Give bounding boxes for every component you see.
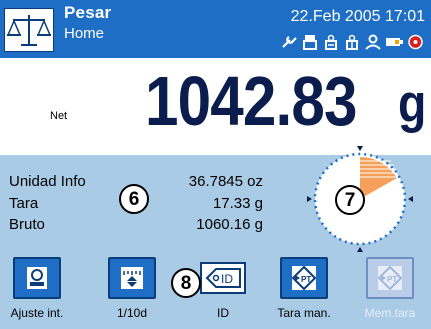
softkey-ajuste-int[interactable] [13, 257, 61, 299]
net-label: Net [50, 110, 68, 122]
user-icon[interactable] [364, 34, 383, 50]
info-value: 17.33 g [212, 195, 263, 212]
softkey-label: Ajuste int. [10, 306, 64, 320]
softkey-1-10d[interactable] [108, 257, 156, 299]
softkey-label: Tara man. [277, 306, 331, 320]
alarm-icon[interactable] [406, 34, 425, 50]
status-icon-bar [280, 34, 425, 50]
info-value: 1060.16 g [196, 216, 263, 233]
balance-terminal-screen: Pesar Home 22.Feb 2005 17:01 Net 1042.83… [0, 0, 431, 329]
softkey-label: Mem.tara [364, 306, 416, 320]
header-bar: Pesar Home 22.Feb 2005 17:01 [0, 0, 431, 58]
callout-7: 7 [335, 185, 365, 215]
svg-text:ID: ID [221, 272, 233, 286]
battery-icon[interactable] [385, 34, 404, 50]
softkey-id[interactable]: ID [200, 262, 246, 294]
softkey-mem-tara[interactable]: PT [366, 257, 414, 299]
svg-text:PT: PT [301, 275, 311, 284]
svg-text:PT: PT [387, 275, 397, 284]
tare-memory-icon: PT [377, 265, 403, 291]
id-tag-icon: ID [205, 268, 241, 288]
callout-8: 8 [171, 268, 201, 298]
resolution-icon [121, 267, 143, 289]
info-label: Tara [9, 195, 39, 212]
smarttrac-dial[interactable]: 7 [295, 140, 425, 270]
weight-value: 1042.83 [145, 62, 357, 140]
calibration-check-icon[interactable] [343, 34, 362, 50]
weight-unit[interactable]: g [398, 74, 426, 134]
app-subtitle: Home [64, 25, 105, 42]
balance-calibration-icon [27, 267, 47, 289]
softkey-tara-man[interactable]: PT [280, 257, 328, 299]
printer-icon[interactable] [301, 34, 320, 50]
date-time: 22.Feb 2005 17:01 [290, 8, 425, 25]
info-value: 36.7845 oz [188, 173, 263, 190]
calibration-icon[interactable] [322, 34, 341, 50]
callout-6: 6 [119, 184, 149, 214]
balance-scale-icon[interactable] [4, 8, 54, 52]
manual-tare-icon: PT [291, 265, 317, 291]
wrench-icon[interactable] [280, 34, 299, 50]
softkey-label: 1/10d [116, 306, 148, 320]
info-label: Unidad Info [9, 173, 86, 190]
info-label: Bruto [9, 216, 45, 233]
app-title: Pesar [64, 3, 112, 22]
softkey-label: ID [217, 306, 229, 320]
